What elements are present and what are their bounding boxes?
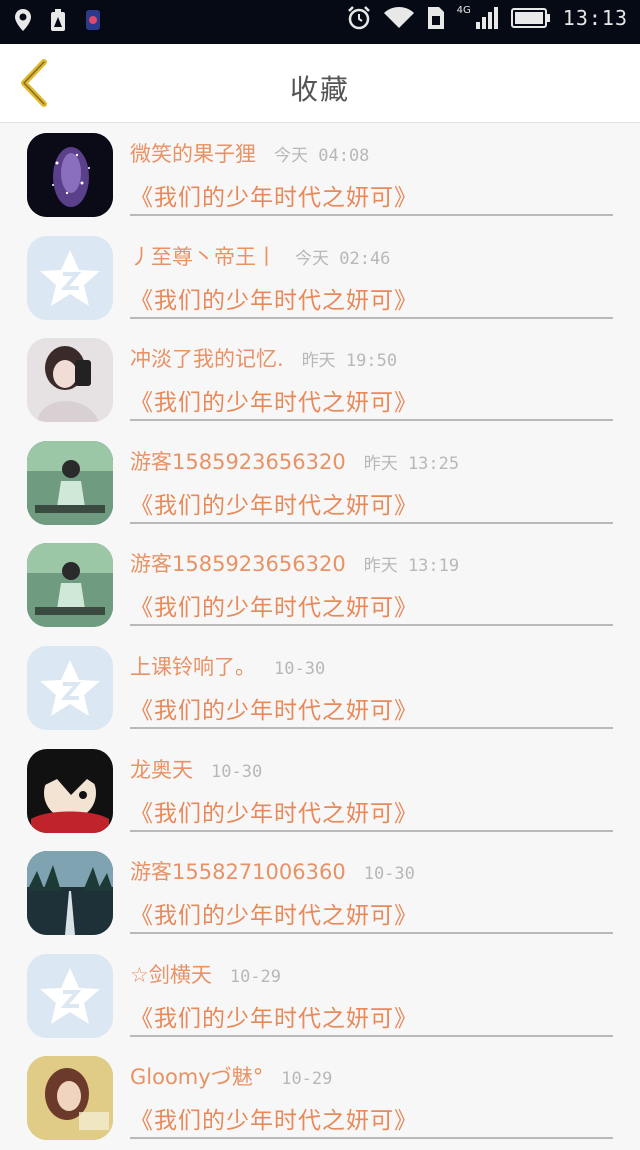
song-title[interactable]: 《我们的少年时代之妍可》 bbox=[130, 383, 613, 417]
status-bar: 4G 13:13 bbox=[0, 0, 640, 44]
song-title[interactable]: 《我们的少年时代之妍可》 bbox=[130, 1101, 613, 1135]
battery-alert-icon bbox=[51, 9, 65, 31]
item-time: 10-29 bbox=[229, 966, 282, 987]
item-time: 昨天 13:19 bbox=[363, 556, 460, 577]
status-right-icons: 4G 13:13 bbox=[347, 4, 628, 30]
sim-card-icon bbox=[427, 7, 444, 29]
girl-photo-avatar[interactable] bbox=[27, 338, 113, 423]
user-name[interactable]: Gloomyづ魅° bbox=[130, 1061, 263, 1091]
favorites-list: 微笑的果子狸 今天 04:08 《我们的少年时代之妍可》 丿至尊丶帝王丨 今天 … bbox=[0, 124, 640, 1150]
song-title[interactable]: 《我们的少年时代之妍可》 bbox=[130, 896, 613, 930]
item-info: Gloomyづ魅° 10-29 《我们的少年时代之妍可》 bbox=[130, 1061, 613, 1140]
alarm-icon bbox=[347, 6, 370, 30]
item-time: 今天 04:08 bbox=[274, 146, 370, 166]
user-name[interactable]: 游客1585923656320 bbox=[130, 446, 346, 476]
user-name[interactable]: 丿至尊丶帝王丨 bbox=[130, 241, 277, 271]
qq-default-avatar[interactable] bbox=[27, 953, 113, 1038]
user-name[interactable]: 游客1585923656320 bbox=[130, 548, 346, 578]
status-left-icons bbox=[14, 8, 102, 32]
item-info: 丿至尊丶帝王丨 今天 02:46 《我们的少年时代之妍可》 bbox=[130, 241, 613, 319]
network-type-label: 4G bbox=[456, 4, 471, 16]
item-info: 游客1558271006360 10-30 《我们的少年时代之妍可》 bbox=[130, 856, 613, 935]
list-item[interactable]: ☆剑横天 10-29 《我们的少年时代之妍可》 bbox=[0, 945, 640, 1048]
list-item[interactable]: 微笑的果子狸 今天 04:08 《我们的少年时代之妍可》 bbox=[0, 124, 640, 227]
gloomy-photo-avatar[interactable] bbox=[27, 1056, 113, 1141]
item-info: ☆剑横天 10-29 《我们的少年时代之妍可》 bbox=[130, 959, 613, 1037]
item-time: 昨天 13:25 bbox=[363, 453, 460, 474]
song-title[interactable]: 《我们的少年时代之妍可》 bbox=[130, 691, 613, 725]
song-title[interactable]: 《我们的少年时代之妍可》 bbox=[130, 178, 613, 212]
song-title[interactable]: 《我们的少年时代之妍可》 bbox=[130, 794, 613, 828]
wifi-icon bbox=[383, 7, 414, 28]
item-info: 龙奥天 10-30 《我们的少年时代之妍可》 bbox=[130, 754, 613, 832]
green-photo-avatar[interactable] bbox=[27, 440, 113, 525]
item-info: 上课铃响了。 10-30 《我们的少年时代之妍可》 bbox=[130, 651, 613, 729]
user-name[interactable]: 冲淡了我的记忆. bbox=[130, 343, 284, 373]
page-title: 收藏 bbox=[289, 73, 350, 106]
user-name[interactable]: 上课铃响了。 bbox=[130, 651, 256, 681]
item-info: 冲淡了我的记忆. 昨天 19:50 《我们的少年时代之妍可》 bbox=[130, 343, 613, 422]
list-item[interactable]: Gloomyづ魅° 10-29 《我们的少年时代之妍可》 bbox=[0, 1047, 640, 1150]
list-item[interactable]: 龙奥天 10-30 《我们的少年时代之妍可》 bbox=[0, 740, 640, 843]
cartoon-avatar[interactable] bbox=[27, 748, 113, 833]
battery-icon bbox=[510, 8, 550, 28]
item-info: 游客1585923656320 昨天 13:25 《我们的少年时代之妍可》 bbox=[130, 446, 613, 524]
list-item[interactable]: 冲淡了我的记忆. 昨天 19:50 《我们的少年时代之妍可》 bbox=[0, 329, 640, 432]
song-title[interactable]: 《我们的少年时代之妍可》 bbox=[130, 999, 613, 1033]
song-title[interactable]: 《我们的少年时代之妍可》 bbox=[130, 486, 613, 520]
user-name[interactable]: 游客1558271006360 bbox=[130, 856, 346, 886]
list-item[interactable]: 游客1585923656320 昨天 13:19 《我们的少年时代之妍可》 bbox=[0, 534, 640, 637]
road-photo-avatar[interactable] bbox=[27, 851, 113, 936]
list-item[interactable]: 游客1585923656320 昨天 13:25 《我们的少年时代之妍可》 bbox=[0, 432, 640, 535]
signal-icon bbox=[475, 7, 498, 29]
location-icon bbox=[15, 9, 31, 31]
galaxy-avatar[interactable] bbox=[27, 133, 113, 217]
item-time: 10-30 bbox=[274, 658, 326, 679]
top-bar: 收藏 bbox=[0, 44, 640, 123]
qq-default-avatar[interactable] bbox=[27, 235, 113, 320]
user-name[interactable]: 龙奥天 bbox=[130, 754, 193, 784]
status-time: 13:13 bbox=[562, 6, 628, 30]
item-time: 今天 02:46 bbox=[295, 248, 391, 269]
user-name[interactable]: 微笑的果子狸 bbox=[130, 138, 256, 168]
song-title[interactable]: 《我们的少年时代之妍可》 bbox=[130, 281, 613, 315]
item-time: 10-29 bbox=[281, 1069, 333, 1090]
item-time: 10-30 bbox=[211, 761, 263, 782]
list-item[interactable]: 上课铃响了。 10-30 《我们的少年时代之妍可》 bbox=[0, 637, 640, 740]
green-photo-avatar[interactable] bbox=[27, 543, 113, 628]
user-name[interactable]: ☆剑横天 bbox=[130, 959, 212, 989]
list-item[interactable]: 游客1558271006360 10-30 《我们的少年时代之妍可》 bbox=[0, 842, 640, 945]
app-notification-icon bbox=[86, 10, 100, 30]
item-time: 昨天 19:50 bbox=[301, 351, 398, 372]
song-title[interactable]: 《我们的少年时代之妍可》 bbox=[130, 588, 613, 622]
item-info: 微笑的果子狸 今天 04:08 《我们的少年时代之妍可》 bbox=[130, 138, 613, 216]
qq-default-avatar[interactable] bbox=[27, 645, 113, 730]
item-info: 游客1585923656320 昨天 13:19 《我们的少年时代之妍可》 bbox=[130, 548, 613, 627]
list-item[interactable]: 丿至尊丶帝王丨 今天 02:46 《我们的少年时代之妍可》 bbox=[0, 227, 640, 330]
item-time: 10-30 bbox=[363, 864, 415, 885]
